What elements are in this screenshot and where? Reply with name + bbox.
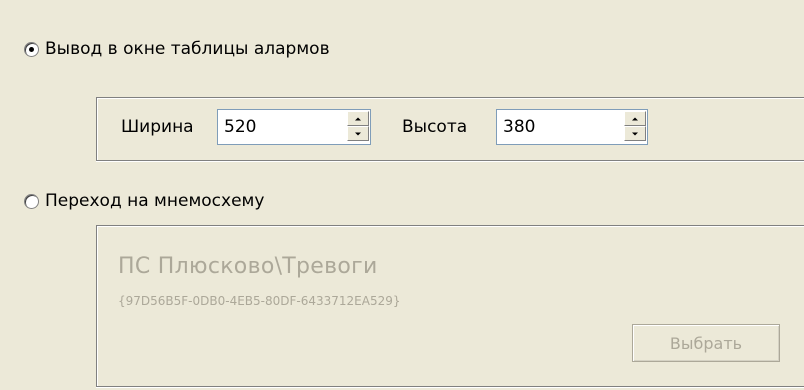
arrow-up-icon xyxy=(632,117,638,120)
height-increment-button[interactable] xyxy=(624,111,646,126)
height-label: Высота xyxy=(402,117,468,137)
radio-button-checked[interactable] xyxy=(24,41,39,57)
pick-screen-button[interactable]: Выбрать xyxy=(632,324,780,362)
width-label: Ширина xyxy=(121,117,194,137)
arrow-down-icon xyxy=(355,132,361,135)
mnemo-screen-name: ПС Плюсково\Тревоги xyxy=(118,254,378,279)
width-spinbox[interactable]: 520 xyxy=(217,109,371,145)
height-decrement-button[interactable] xyxy=(624,126,646,141)
radio-mnemo-screen-label: Переход на мнемосхему xyxy=(45,191,265,211)
table-window-size-group: Ширина 520 Высота 380 xyxy=(96,97,804,161)
height-input[interactable]: 380 xyxy=(503,117,535,137)
width-input[interactable]: 520 xyxy=(224,117,256,137)
height-spinbox[interactable]: 380 xyxy=(496,109,648,145)
radio-table-window-label: Вывод в окне таблицы алармов xyxy=(45,39,330,59)
radio-mnemo-screen[interactable]: Переход на мнемосхему xyxy=(24,189,264,213)
radio-table-window[interactable]: Вывод в окне таблицы алармов xyxy=(24,37,330,61)
width-increment-button[interactable] xyxy=(347,111,369,126)
radio-button-unchecked[interactable] xyxy=(24,193,39,209)
arrow-down-icon xyxy=(632,132,638,135)
arrow-up-icon xyxy=(355,117,361,120)
mnemo-screen-guid: {97D56B5F-0DB0-4EB5-80DF-6433712EA529} xyxy=(118,294,401,308)
width-decrement-button[interactable] xyxy=(347,126,369,141)
